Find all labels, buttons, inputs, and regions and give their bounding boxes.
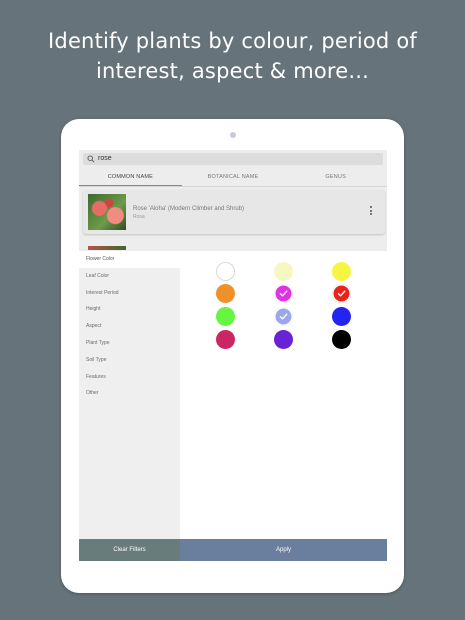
tab-common-name[interactable]: COMMON NAME (79, 169, 182, 186)
app-screen: rose COMMON NAME BOTANICAL NAME GENUS Ro… (79, 150, 387, 561)
color-swatch-white[interactable] (216, 262, 235, 281)
filter-panel: Flower Color Leaf Color Interest Period … (79, 251, 387, 541)
color-swatch-yellow[interactable] (332, 262, 351, 281)
result-title: Rose 'Aloha' (Modern Climber and Shrub) (133, 206, 245, 212)
checkmark-icon (279, 290, 288, 297)
promo-headline: Identify plants by colour, period of int… (0, 26, 465, 86)
filter-actions: Clear Filters Apply (79, 539, 387, 561)
filter-plant-type[interactable]: Plant Type (79, 335, 180, 352)
color-swatch-red[interactable] (332, 284, 351, 303)
color-swatch-orange[interactable] (216, 284, 235, 303)
color-swatch-black[interactable] (332, 330, 351, 349)
search-input[interactable]: rose (98, 154, 112, 164)
color-swatch-blue[interactable] (332, 307, 351, 326)
checkmark-icon (337, 290, 346, 297)
color-swatch-lavender[interactable] (274, 307, 293, 326)
apply-button[interactable]: Apply (180, 539, 387, 561)
search-bar[interactable]: rose (83, 153, 383, 165)
filter-soil-type[interactable]: Soil Type (79, 352, 180, 369)
filter-aspect[interactable]: Aspect (79, 318, 180, 335)
color-swatch-crimson[interactable] (216, 330, 235, 349)
search-icon (87, 155, 95, 163)
filter-leaf-color[interactable]: Leaf Color (79, 268, 180, 285)
headline-line-1: Identify plants by colour, period of (48, 29, 417, 53)
result-card[interactable]: Rose 'Aloha' (Modern Climber and Shrub) … (83, 190, 385, 234)
tab-botanical-name[interactable]: BOTANICAL NAME (182, 169, 285, 186)
tab-bar: COMMON NAME BOTANICAL NAME GENUS (79, 169, 387, 187)
next-result-thumbnail (88, 246, 126, 250)
color-swatch-magenta[interactable] (274, 284, 293, 303)
tablet-frame: rose COMMON NAME BOTANICAL NAME GENUS Ro… (61, 119, 404, 593)
color-swatch-green[interactable] (216, 307, 235, 326)
color-swatch-cream[interactable] (274, 262, 293, 281)
result-subtitle: Rosa (133, 214, 145, 220)
filter-features[interactable]: Features (79, 369, 180, 386)
color-swatch-grid (180, 251, 387, 541)
filter-height[interactable]: Height (79, 301, 180, 318)
more-options-icon[interactable] (369, 206, 373, 218)
camera-dot (230, 132, 236, 138)
headline-line-2: interest, aspect & more... (95, 59, 370, 83)
tab-genus[interactable]: GENUS (284, 169, 387, 186)
clear-filters-button[interactable]: Clear Filters (79, 539, 180, 561)
plant-thumbnail (88, 194, 126, 230)
filter-other[interactable]: Other (79, 385, 180, 402)
filter-flower-color[interactable]: Flower Color (79, 251, 180, 268)
filter-category-list: Flower Color Leaf Color Interest Period … (79, 251, 180, 541)
filter-interest-period[interactable]: Interest Period (79, 285, 180, 302)
color-swatch-purple[interactable] (274, 330, 293, 349)
checkmark-icon (279, 313, 288, 320)
